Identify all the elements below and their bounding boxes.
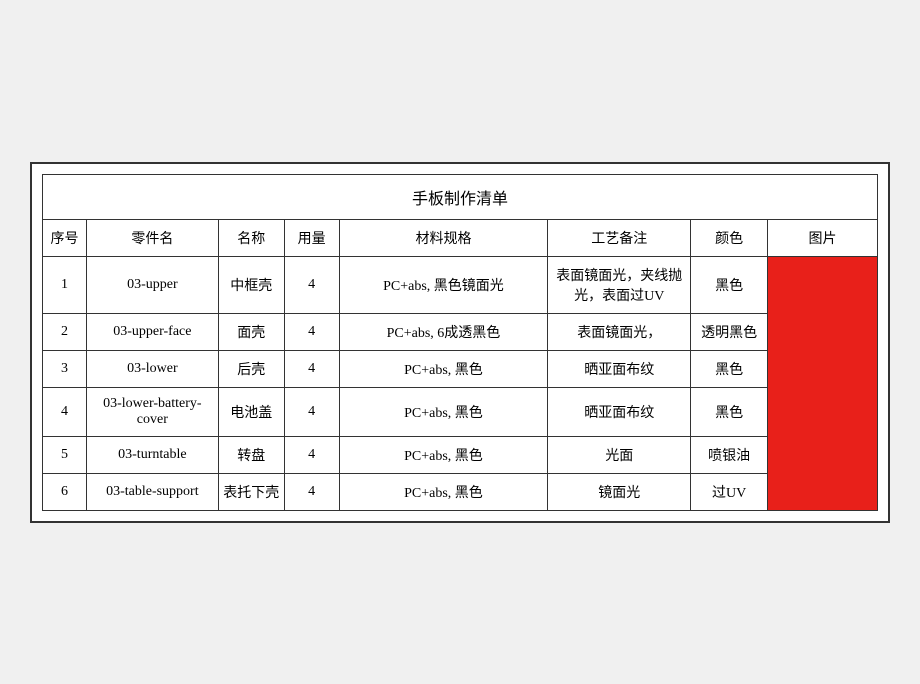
header-name: 名称 xyxy=(218,219,284,256)
cell-qty: 4 xyxy=(284,387,339,436)
cell-part-id: 03-lower-battery-cover xyxy=(86,387,218,436)
cell-seq: 2 xyxy=(43,313,87,350)
table-row: 303-lower后壳4PC+abs, 黑色晒亚面布纹黑色 xyxy=(43,350,878,387)
table-row: 503-turntable转盘4PC+abs, 黑色光面喷银油 xyxy=(43,436,878,473)
cell-color: 黑色 xyxy=(691,387,768,436)
cell-process: 光面 xyxy=(548,436,691,473)
cell-name: 表托下壳 xyxy=(218,473,284,510)
cell-color: 黑色 xyxy=(691,350,768,387)
cell-seq: 6 xyxy=(43,473,87,510)
header-image: 图片 xyxy=(768,219,878,256)
cell-spec: PC+abs, 黑色 xyxy=(339,436,548,473)
table-row: 103-upper中框壳4PC+abs, 黑色镜面光表面镜面光，夹线抛光，表面过… xyxy=(43,256,878,313)
cell-seq: 4 xyxy=(43,387,87,436)
cell-qty: 4 xyxy=(284,350,339,387)
cell-qty: 4 xyxy=(284,256,339,313)
cell-spec: PC+abs, 黑色镜面光 xyxy=(339,256,548,313)
cell-color: 喷银油 xyxy=(691,436,768,473)
cell-part-id: 03-lower xyxy=(86,350,218,387)
table-row: 403-lower-battery-cover电池盖4PC+abs, 黑色晒亚面… xyxy=(43,387,878,436)
cell-process: 表面镜面光， xyxy=(548,313,691,350)
header-process: 工艺备注 xyxy=(548,219,691,256)
cell-color: 过UV xyxy=(691,473,768,510)
cell-qty: 4 xyxy=(284,436,339,473)
cell-part-id: 03-table-support xyxy=(86,473,218,510)
table-title: 手板制作清单 xyxy=(42,174,878,219)
cell-name: 面壳 xyxy=(218,313,284,350)
cell-name: 转盘 xyxy=(218,436,284,473)
table-row: 603-table-support表托下壳4PC+abs, 黑色镜面光过UV xyxy=(43,473,878,510)
header-seq: 序号 xyxy=(43,219,87,256)
cell-color: 黑色 xyxy=(691,256,768,313)
cell-color: 透明黑色 xyxy=(691,313,768,350)
cell-part-id: 03-turntable xyxy=(86,436,218,473)
cell-part-id: 03-upper xyxy=(86,256,218,313)
cell-seq: 5 xyxy=(43,436,87,473)
cell-seq: 1 xyxy=(43,256,87,313)
header-part-id: 零件名 xyxy=(86,219,218,256)
header-spec: 材料规格 xyxy=(339,219,548,256)
cell-process: 表面镜面光，夹线抛光，表面过UV xyxy=(548,256,691,313)
cell-process: 晒亚面布纹 xyxy=(548,350,691,387)
cell-spec: PC+abs, 黑色 xyxy=(339,387,548,436)
cell-qty: 4 xyxy=(284,313,339,350)
header-color: 颜色 xyxy=(691,219,768,256)
header-qty: 用量 xyxy=(284,219,339,256)
cell-process: 晒亚面布纹 xyxy=(548,387,691,436)
cell-name: 后壳 xyxy=(218,350,284,387)
cell-spec: PC+abs, 6成透黑色 xyxy=(339,313,548,350)
page-container: 手板制作清单 序号 零件名 名称 用量 材料规格 工艺备注 颜色 图片 103-… xyxy=(30,162,890,523)
cell-spec: PC+abs, 黑色 xyxy=(339,350,548,387)
cell-name: 中框壳 xyxy=(218,256,284,313)
cell-spec: PC+abs, 黑色 xyxy=(339,473,548,510)
image-cell xyxy=(768,256,878,510)
cell-name: 电池盖 xyxy=(218,387,284,436)
cell-part-id: 03-upper-face xyxy=(86,313,218,350)
cell-qty: 4 xyxy=(284,473,339,510)
main-table: 序号 零件名 名称 用量 材料规格 工艺备注 颜色 图片 103-upper中框… xyxy=(42,219,878,511)
cell-seq: 3 xyxy=(43,350,87,387)
table-row: 203-upper-face面壳4PC+abs, 6成透黑色表面镜面光，透明黑色 xyxy=(43,313,878,350)
cell-process: 镜面光 xyxy=(548,473,691,510)
